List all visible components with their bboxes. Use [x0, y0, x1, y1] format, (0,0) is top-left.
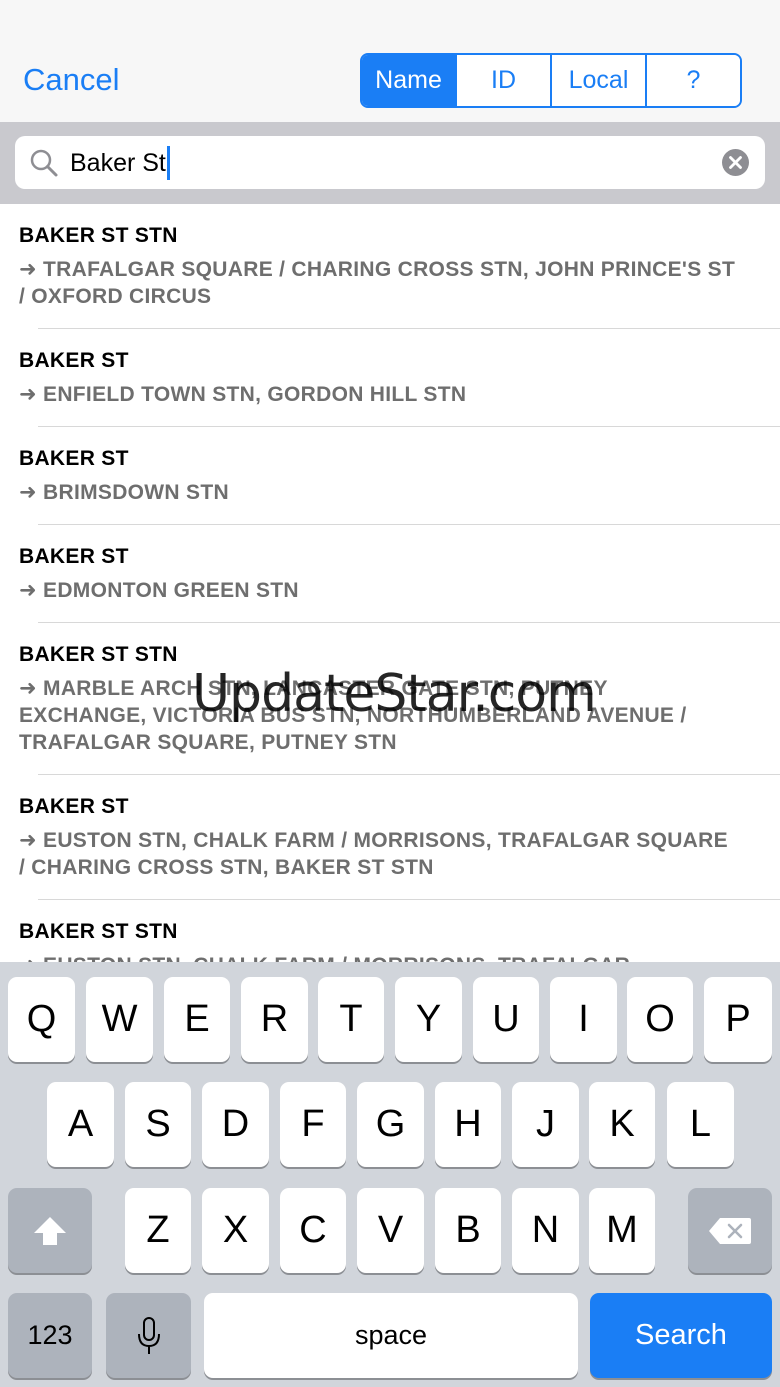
key-u[interactable]: U [473, 977, 539, 1062]
stop-destinations: ➜ ENFIELD TOWN STN, GORDON HILL STN [19, 383, 467, 406]
backspace-icon [709, 1217, 751, 1244]
numbers-key[interactable]: 123 [8, 1293, 92, 1378]
search-mode-segmented-control: Name ID Local ? [360, 53, 742, 108]
clear-text-icon[interactable] [722, 149, 749, 176]
segment-id[interactable]: ID [455, 55, 550, 106]
dictation-key[interactable] [106, 1293, 191, 1378]
key-t[interactable]: T [318, 977, 384, 1062]
stop-name: BAKER ST [19, 795, 129, 818]
key-o[interactable]: O [627, 977, 693, 1062]
stop-destinations: ➜ EDMONTON GREEN STN [19, 579, 299, 602]
key-z[interactable]: Z [125, 1188, 191, 1273]
key-h[interactable]: H [435, 1082, 501, 1167]
space-key[interactable]: space [204, 1293, 578, 1378]
segment-local[interactable]: Local [550, 55, 645, 106]
stop-destinations: ➜ MARBLE ARCH STN, LANCASTER GATE STN, P… [19, 677, 687, 754]
key-y[interactable]: Y [395, 977, 462, 1062]
key-v[interactable]: V [357, 1188, 424, 1273]
key-m[interactable]: M [589, 1188, 655, 1273]
key-q[interactable]: Q [8, 977, 75, 1062]
list-item[interactable]: BAKER ST STN ➜ EUSTON STN, CHALK FARM / … [0, 900, 780, 965]
list-item[interactable]: BAKER ST ➜ ENFIELD TOWN STN, GORDON HILL… [0, 329, 780, 427]
key-c[interactable]: C [280, 1188, 346, 1273]
cancel-button[interactable]: Cancel [23, 60, 120, 100]
search-input[interactable]: Baker St [15, 136, 765, 189]
microphone-icon [137, 1316, 160, 1354]
nav-bar: Cancel Name ID Local ? [0, 0, 780, 122]
search-key[interactable]: Search [590, 1293, 772, 1378]
key-x[interactable]: X [202, 1188, 269, 1273]
stop-name: BAKER ST STN [19, 643, 178, 666]
stop-name: BAKER ST STN [19, 920, 178, 943]
list-item[interactable]: BAKER ST ➜ EDMONTON GREEN STN [0, 525, 780, 623]
stop-name: BAKER ST STN [19, 224, 178, 247]
key-d[interactable]: D [202, 1082, 269, 1167]
segment-name[interactable]: Name [362, 55, 455, 106]
results-list: BAKER ST STN ➜ TRAFALGAR SQUARE / CHARIN… [0, 204, 780, 964]
search-input-value: Baker St [70, 149, 166, 177]
list-item[interactable]: BAKER ST ➜ EUSTON STN, CHALK FARM / MORR… [0, 775, 780, 900]
stop-name: BAKER ST [19, 349, 129, 372]
text-caret [166, 146, 170, 180]
key-g[interactable]: G [357, 1082, 424, 1167]
key-n[interactable]: N [512, 1188, 579, 1273]
stop-name: BAKER ST [19, 447, 129, 470]
search-icon [30, 149, 58, 177]
stop-destinations: ➜ BRIMSDOWN STN [19, 481, 229, 504]
key-p[interactable]: P [704, 977, 772, 1062]
key-f[interactable]: F [280, 1082, 346, 1167]
stop-name: BAKER ST [19, 545, 129, 568]
key-s[interactable]: S [125, 1082, 191, 1167]
segment-help[interactable]: ? [645, 55, 740, 106]
key-k[interactable]: K [589, 1082, 655, 1167]
key-r[interactable]: R [241, 977, 308, 1062]
key-a[interactable]: A [47, 1082, 114, 1167]
stop-destinations: ➜ TRAFALGAR SQUARE / CHARING CROSS STN, … [19, 258, 736, 308]
key-b[interactable]: B [435, 1188, 501, 1273]
shift-icon [34, 1216, 66, 1245]
list-item[interactable]: BAKER ST STN ➜ MARBLE ARCH STN, LANCASTE… [0, 623, 780, 775]
stop-destinations: ➜ EUSTON STN, CHALK FARM / MORRISONS, TR… [19, 829, 728, 879]
keyboard: Q W E R T Y U I O P A S D F G H J K L Z … [0, 962, 780, 1387]
delete-key[interactable] [688, 1188, 772, 1273]
key-j[interactable]: J [512, 1082, 579, 1167]
shift-key[interactable] [8, 1188, 92, 1273]
key-w[interactable]: W [86, 977, 153, 1062]
key-i[interactable]: I [550, 977, 617, 1062]
list-item[interactable]: BAKER ST ➜ BRIMSDOWN STN [0, 427, 780, 525]
search-bar: Baker St [0, 122, 780, 204]
list-item[interactable]: BAKER ST STN ➜ TRAFALGAR SQUARE / CHARIN… [0, 204, 780, 329]
key-l[interactable]: L [667, 1082, 734, 1167]
key-e[interactable]: E [164, 977, 230, 1062]
